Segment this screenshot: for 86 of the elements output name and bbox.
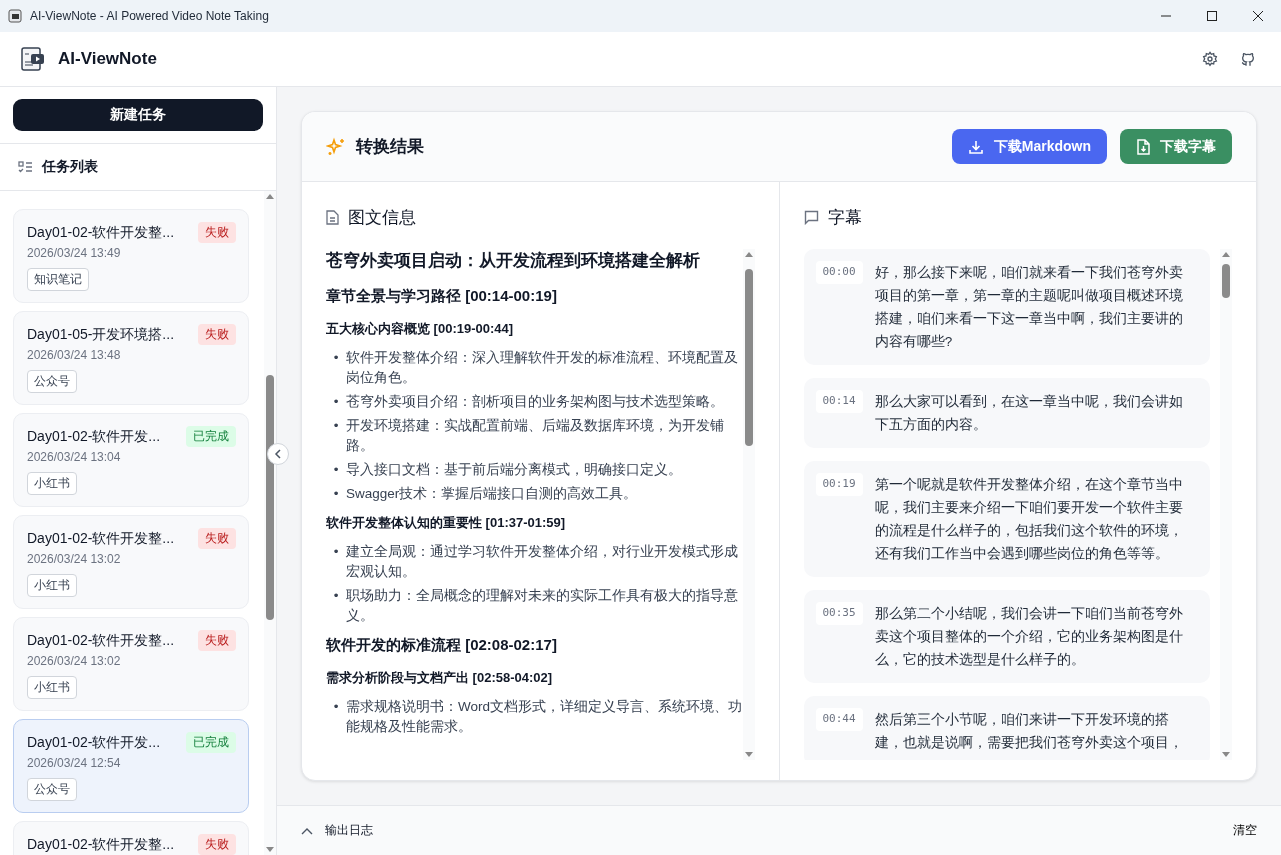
- timestamp: 00:44: [815, 708, 863, 731]
- status-badge: 已完成: [186, 426, 236, 447]
- bullet-item: • 开发环境搭建：实战配置前端、后端及数据库环境，为开发铺路。: [332, 417, 725, 455]
- task-time: 2026/03/24 13:48: [27, 348, 122, 362]
- task-title: Day01-05-开发环境搭...: [27, 325, 175, 344]
- status-badge: 失败: [198, 834, 236, 855]
- task-time: 2026/03/24 12:54: [27, 756, 122, 770]
- task-list-title: 任务列表: [42, 158, 98, 176]
- app-name: AI-ViewNote: [58, 49, 157, 69]
- task-tag: 公众号: [27, 370, 77, 393]
- settings-icon[interactable]: [1202, 51, 1218, 67]
- task-card[interactable]: Day01-02-软件开发整... 失败: [13, 821, 249, 855]
- scrollbar-thumb[interactable]: [1222, 263, 1230, 299]
- checklist-icon: [18, 160, 33, 174]
- timestamp: 00:00: [815, 261, 863, 284]
- clear-button[interactable]: 清空: [1233, 822, 1257, 839]
- subtitle-text: 那么第二个小结呢，我们会讲一下咱们当前苍穹外卖这个项目整体的一个介绍，它的业务架构图是什么，它的技术选型是什么样子的。: [874, 605, 1184, 669]
- scrollbar-track[interactable]: [264, 191, 276, 855]
- task-title: Day01-02-软件开发整...: [27, 835, 175, 854]
- subtitle-text: 然后第三个小节呢，咱们来讲一下开发环境的搭建，也就是说啊，需要把我们苍穹外卖这个项目，: [874, 711, 1184, 752]
- task-card[interactable]: Day01-02-软件开发整... 失败 2026/03/24 13:49 知识笔记: [13, 209, 249, 303]
- scrollbar-track[interactable]: [1220, 249, 1232, 760]
- task-tag: 小红书: [27, 472, 77, 495]
- task-time: 2026/03/24 13:02: [27, 654, 122, 668]
- chevron-left-icon: [274, 449, 282, 459]
- status-badge: 失败: [198, 528, 236, 549]
- result-title: 转换结果: [356, 136, 424, 158]
- task-card[interactable]: Day01-02-软件开发... 已完成 2026/03/24 12:54 公众号: [13, 719, 249, 813]
- task-card[interactable]: Day01-02-软件开发... 已完成 2026/03/24 13:04 小红书: [13, 413, 249, 507]
- scrollbar-track[interactable]: [742, 249, 755, 760]
- new-task-button[interactable]: 新建任务: [13, 99, 263, 131]
- window-title: AI-ViewNote - AI Powered Video Note Taking: [30, 9, 269, 23]
- task-tag: 知识笔记: [27, 268, 89, 291]
- subtitle-text: 那么大家可以看到，在这一章当中呢，我们会讲如下五方面的内容。: [874, 393, 1184, 434]
- task-title: Day01-02-软件开发整...: [27, 223, 175, 242]
- bullet-item: • 需求规格说明书：Word文档形式，详细定义导言、系统环境、功能规格及性能需求。: [332, 698, 743, 736]
- task-time: 2026/03/24 13:04: [27, 450, 122, 464]
- subtitle-text: 第一个呢就是软件开发整体介绍，在这个章节当中呢，我们主要来介绍一下咱们要开发一个软件主要的流程是什么样子的，包括我们这个软件的环境，还有我们工作当中会遇到哪些岗位的角色等等。: [874, 476, 1184, 563]
- status-badge: 失败: [198, 222, 236, 243]
- task-title: Day01-02-软件开发整...: [27, 529, 175, 548]
- task-time: 2026/03/24 13:49: [27, 246, 122, 260]
- status-badge: 失败: [198, 630, 236, 651]
- sparkle-icon: [326, 136, 346, 157]
- subsection-heading: 五大核心内容概览 [00:19-00:44]: [326, 320, 515, 338]
- speech-bubble-icon: [803, 210, 819, 225]
- task-tag: 公众号: [27, 778, 77, 801]
- document-icon: [326, 210, 339, 225]
- task-title: Day01-02-软件开发整...: [27, 631, 175, 650]
- task-title: Day01-02-软件开发...: [27, 427, 161, 446]
- bullet-item: • 导入接口文档：基于前后端分离模式，明确接口定义。: [332, 461, 683, 479]
- note-title: 苍穹外卖项目启动：从开发流程到环境搭建全解析: [326, 250, 701, 272]
- task-tag: 小红书: [27, 676, 77, 699]
- task-card[interactable]: Day01-02-软件开发整... 失败 2026/03/24 13:02 小红书: [13, 617, 249, 711]
- logo-icon: [20, 46, 46, 72]
- download-button[interactable]: 下载字幕: [1120, 129, 1232, 164]
- subtitles-title: 字幕: [827, 207, 862, 229]
- task-card[interactable]: Day01-02-软件开发整... 失败 2026/03/24 13:02 小红书: [13, 515, 249, 609]
- timestamp: 00:35: [815, 602, 863, 625]
- app-icon: [8, 9, 22, 23]
- bullet-item: • 软件开发整体介绍：深入理解软件开发的标准流程、环境配置及岗位角色。: [332, 349, 739, 387]
- timestamp: 00:19: [815, 473, 863, 496]
- task-time: 2026/03/24 13:02: [27, 552, 122, 566]
- cat-icon[interactable]: [1240, 51, 1256, 67]
- section-heading: 软件开发的标准流程 [02:08-02:17]: [326, 636, 558, 655]
- status-badge: 已完成: [186, 732, 236, 753]
- log-title[interactable]: 输出日志: [325, 822, 373, 839]
- scrollbar-thumb[interactable]: [266, 374, 274, 620]
- bullet-item: • 职场助力：全局概念的理解对未来的实际工作具有极大的指导意义。: [332, 587, 739, 625]
- status-badge: 失败: [198, 324, 236, 345]
- timestamp: 00:14: [815, 390, 863, 413]
- download-icon: [967, 138, 984, 155]
- bullet-item: • Swagger技术：掌握后端接口自测的高效工具。: [332, 485, 639, 503]
- subtitle-text: 好，那么接下来呢，咱们就来看一下我们苍穹外卖项目的第一章，第一章的主题呢叫做项目概述环境搭建，咱们来看一下这一章当中啊，我们主要讲的内容有哪些?: [874, 264, 1184, 351]
- bullet-item: • 苍穹外卖项目介绍：剖析项目的业务架构图与技术选型策略。: [332, 393, 725, 411]
- task-tag: 小红书: [27, 574, 77, 597]
- section-heading: 章节全景与学习路径 [00:14-00:19]: [326, 287, 558, 306]
- subsection-heading: 软件开发整体认知的重要性 [01:37-01:59]: [326, 514, 567, 532]
- notes-title: 图文信息: [348, 207, 416, 229]
- task-title: Day01-02-软件开发...: [27, 733, 161, 752]
- chevron-icon[interactable]: [301, 826, 313, 835]
- download-button[interactable]: 下载Markdown: [951, 129, 1107, 164]
- bullet-item: • 建立全局观：通过学习软件开发整体介绍，对行业开发模式形成宏观认知。: [332, 543, 739, 581]
- scrollbar-thumb[interactable]: [744, 268, 753, 446]
- file-download-icon: [1136, 138, 1150, 155]
- subsection-heading: 需求分析阶段与文档产出 [02:58-04:02]: [326, 669, 554, 687]
- task-card[interactable]: Day01-05-开发环境搭... 失败 2026/03/24 13:48 公众号: [13, 311, 249, 405]
